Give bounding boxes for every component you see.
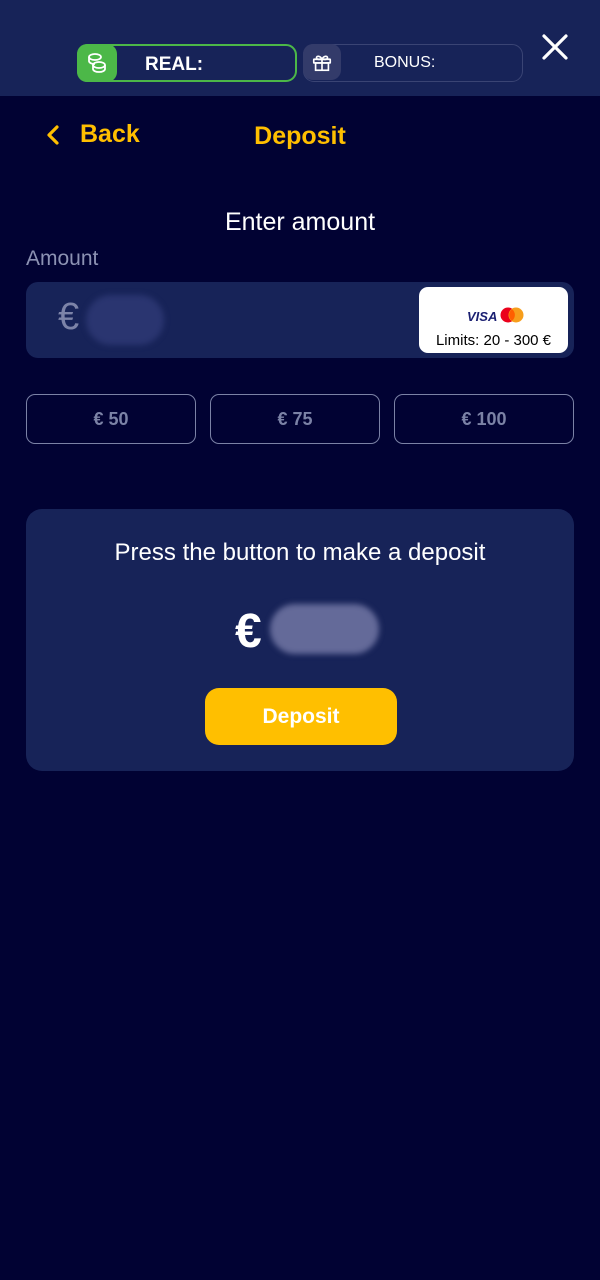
deposit-amount-display: € (235, 604, 380, 658)
back-button[interactable]: Back (46, 120, 140, 149)
real-balance-pill[interactable]: REAL: (77, 44, 297, 82)
bonus-balance-label: BONUS: (374, 54, 436, 71)
quick-amount-100-button[interactable]: € 100 (394, 394, 574, 444)
close-icon (542, 34, 568, 60)
close-button[interactable] (538, 30, 572, 64)
amount-label: Amount (26, 247, 99, 270)
quick-amount-75-button[interactable]: € 75 (210, 394, 380, 444)
visa-logo: VISA (467, 309, 498, 324)
coins-icon (77, 44, 117, 82)
nav-header: Deposit Back (0, 110, 600, 166)
back-label: Back (80, 120, 140, 148)
amount-input[interactable]: € VISA Limits: 20 - 300 € (26, 282, 574, 358)
mastercard-icon (500, 307, 524, 323)
payment-method-badge[interactable]: VISA Limits: 20 - 300 € (419, 287, 568, 353)
real-balance-label: REAL: (145, 54, 204, 75)
quick-amount-50-button[interactable]: € 50 (26, 394, 196, 444)
amount-value-redacted (86, 295, 164, 345)
bonus-balance-pill[interactable]: BONUS: (303, 44, 523, 82)
deposit-panel: Press the button to make a deposit € Dep… (26, 509, 574, 771)
deposit-limits: Limits: 20 - 300 € (435, 332, 552, 349)
top-balance-bar: REAL: BONUS: (0, 0, 600, 96)
deposit-instruction: Press the button to make a deposit (114, 539, 486, 566)
deposit-amount-redacted (270, 604, 379, 654)
deposit-currency-symbol: € (235, 605, 262, 658)
amount-currency-symbol: € (58, 296, 80, 338)
deposit-button[interactable]: Deposit (205, 688, 397, 745)
quick-amount-row: € 50 € 75 € 100 (26, 394, 574, 444)
chevron-left-icon (47, 124, 59, 145)
enter-amount-heading: Enter amount (224, 208, 376, 236)
gift-icon (303, 44, 341, 80)
